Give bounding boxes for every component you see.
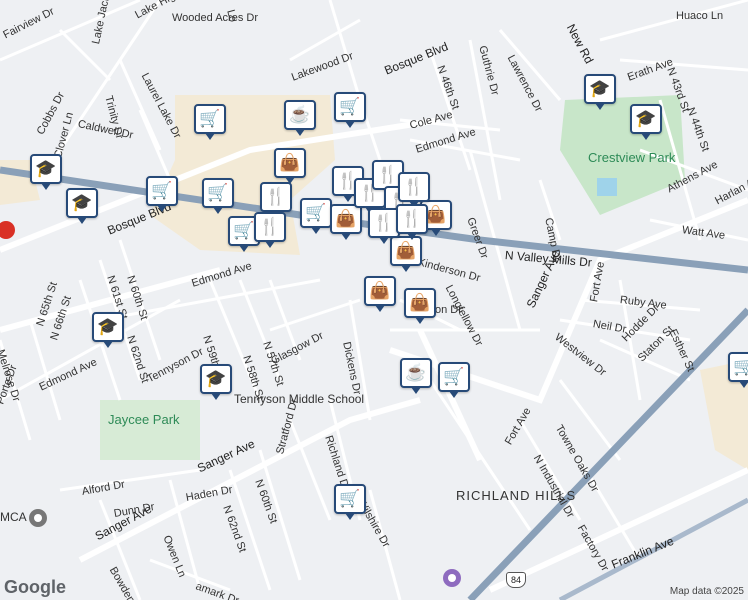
cart-icon[interactable]: 🛒	[728, 352, 748, 388]
bag-icon[interactable]: 👜	[404, 288, 436, 324]
cart-icon[interactable]: 🛒	[438, 362, 470, 398]
cafe-icon[interactable]: ☕	[284, 100, 316, 136]
school-icon[interactable]: 🎓	[30, 154, 62, 190]
bag-icon[interactable]: 👜	[330, 204, 362, 240]
jaycee-park-label: Jaycee Park	[108, 412, 180, 427]
school-icon[interactable]: 🎓	[66, 188, 98, 224]
street-label: Huaco Ln	[676, 10, 724, 22]
restaurant-icon[interactable]: 🍴	[260, 182, 292, 218]
school-icon[interactable]: 🎓	[630, 104, 662, 140]
school-icon[interactable]: 🎓	[200, 364, 232, 400]
crestview-park-label: Crestview Park	[588, 150, 676, 165]
street-label: Wooded Acres Dr	[172, 12, 259, 24]
map-canvas[interactable]: Cobbs Dr Fairview Dr Lake Jackson Lake H…	[0, 0, 748, 600]
school-icon[interactable]: 🎓	[584, 74, 616, 110]
jaycee-park-area	[100, 400, 200, 460]
map-attribution: Map data ©2025	[669, 586, 744, 597]
highway-shield: 84	[506, 572, 526, 588]
bag-icon[interactable]: 👜	[390, 236, 422, 272]
tennyson-school-label: Tennyson Middle School	[234, 392, 365, 406]
pond	[597, 178, 617, 196]
cart-icon[interactable]: 🛒	[146, 176, 178, 212]
cart-icon[interactable]: 🛒	[300, 198, 332, 234]
cart-icon[interactable]: 🛒	[334, 484, 366, 520]
restaurant-icon[interactable]: 🍴	[398, 172, 430, 208]
restaurant-icon[interactable]: 🍴	[254, 212, 286, 248]
cart-icon[interactable]: 🛒	[194, 104, 226, 140]
school-icon[interactable]: 🎓	[92, 312, 124, 348]
ymca-label: MCA	[0, 510, 27, 524]
google-logo: Google	[4, 577, 66, 597]
restaurant-icon[interactable]: 🍴	[396, 204, 428, 240]
bag-icon[interactable]: 👜	[274, 148, 306, 184]
bag-icon[interactable]: 👜	[364, 276, 396, 312]
cart-icon[interactable]: 🛒	[334, 92, 366, 128]
cafe-icon[interactable]: ☕	[400, 358, 432, 394]
richland-hills-label: RICHLAND HILLS	[456, 488, 577, 503]
cart-icon[interactable]: 🛒	[202, 178, 234, 214]
